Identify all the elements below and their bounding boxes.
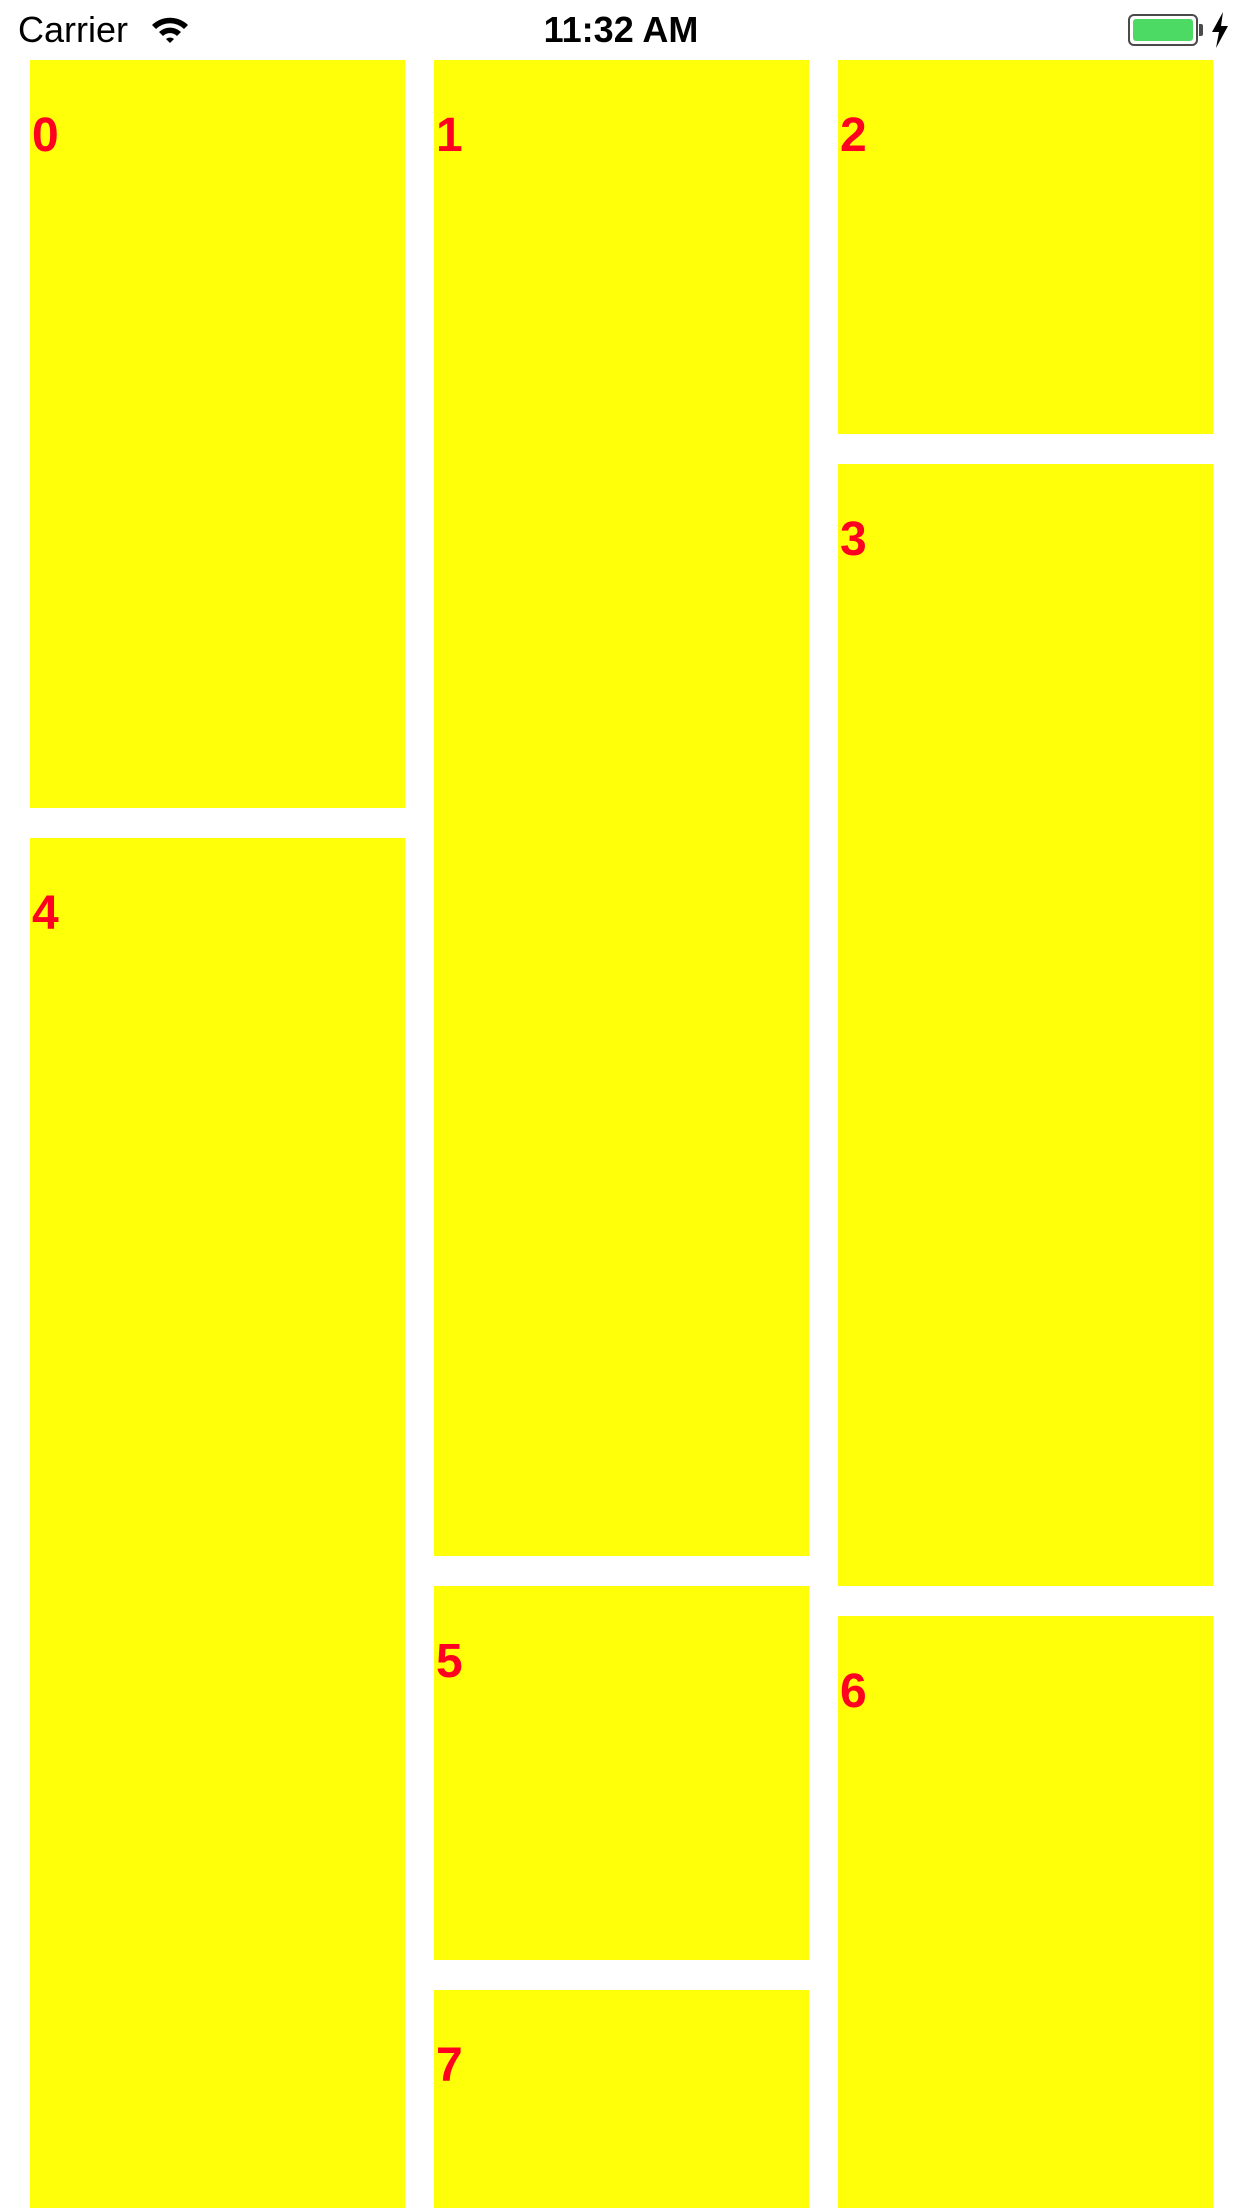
cell-0[interactable]: 0 [30, 60, 405, 808]
cell-4[interactable]: 4 [30, 838, 405, 2208]
cell-1[interactable]: 1 [434, 60, 809, 1556]
cell-label: 6 [840, 1665, 867, 1718]
cell-7[interactable]: 7 [434, 1990, 809, 2208]
battery-level-fill [1133, 19, 1193, 41]
cell-label: 5 [436, 1635, 463, 1688]
cell-label: 2 [840, 109, 867, 162]
lightning-bolt-icon [1212, 12, 1228, 48]
cell-label: 4 [32, 887, 59, 940]
cell-5[interactable]: 5 [434, 1586, 809, 1960]
cell-label: 7 [436, 2039, 463, 2092]
cell-label: 0 [32, 109, 59, 162]
cell-2[interactable]: 2 [838, 60, 1213, 434]
battery-tip [1199, 24, 1203, 36]
battery-icon [1128, 14, 1198, 46]
cell-3[interactable]: 3 [838, 464, 1213, 1586]
cell-label: 1 [436, 109, 463, 162]
status-bar: Carrier 11:32 AM [0, 0, 1242, 60]
cell-label: 3 [840, 513, 867, 566]
cell-6[interactable]: 6 [838, 1616, 1213, 2208]
status-time: 11:32 AM [543, 9, 699, 50]
